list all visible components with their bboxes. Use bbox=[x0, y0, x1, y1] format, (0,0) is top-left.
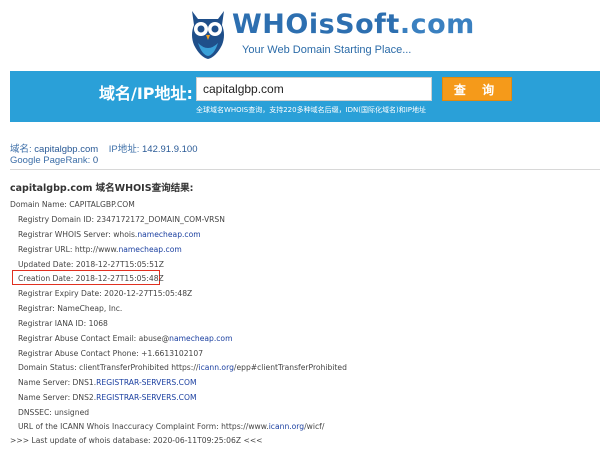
pagerank-label: Google PageRank: bbox=[10, 155, 91, 166]
whois-line: Registry Domain ID: 2347172172_DOMAIN_CO… bbox=[18, 215, 225, 224]
registrar-servers-link[interactable]: REGISTRAR-SERVERS.COM bbox=[96, 393, 196, 402]
creation-date-line: Creation Date: 2018-12-27T15:05:48Z bbox=[18, 274, 164, 283]
ip-value: 142.91.9.100 bbox=[142, 144, 198, 155]
whois-line: Registrar URL: http://www.namecheap.com bbox=[18, 245, 182, 254]
whois-line: Registrar Abuse Contact Phone: +1.661310… bbox=[18, 349, 204, 358]
pagerank-value: 0 bbox=[92, 155, 99, 166]
ip-label: IP地址: bbox=[108, 144, 140, 155]
whois-line: Name Server: DNS1.REGISTRAR-SERVERS.COM bbox=[18, 378, 197, 387]
search-note: 全球域名WHOIS查询，支持220多种域名后缀，IDN(国际化域名)和IP地址 bbox=[196, 106, 427, 114]
divider bbox=[10, 169, 600, 170]
whois-line: Registrar Abuse Contact Email: abuse@nam… bbox=[18, 334, 233, 343]
brand-logo-text[interactable]: WHOisSoft.com bbox=[232, 9, 475, 40]
whois-line: Name Server: DNS2.REGISTRAR-SERVERS.COM bbox=[18, 393, 197, 402]
registrar-servers-link[interactable]: REGISTRAR-SERVERS.COM bbox=[96, 378, 196, 387]
search-band: 域名/IP地址: 查 询 全球域名WHOIS查询，支持220多种域名后缀，IDN… bbox=[10, 71, 600, 122]
whois-line: DNSSEC: unsigned bbox=[18, 408, 90, 417]
domain-value: capitalgbp.com bbox=[34, 144, 99, 155]
namecheap-link[interactable]: namecheap.com bbox=[137, 230, 200, 239]
owl-logo-icon[interactable] bbox=[188, 5, 228, 61]
icann-link[interactable]: icann.org bbox=[269, 422, 304, 431]
whois-line: Domain Name: CAPITALGBP.COM bbox=[10, 200, 135, 209]
domain-ip-line: 域名: capitalgbp.com IP地址: 142.91.9.100 bbox=[10, 141, 198, 155]
whois-line: Registrar WHOIS Server: whois.namecheap.… bbox=[18, 230, 201, 239]
namecheap-link[interactable]: namecheap.com bbox=[118, 245, 181, 254]
whois-last-update-line: >>> Last update of whois database: 2020-… bbox=[10, 436, 263, 445]
whois-line: Registrar IANA ID: 1068 bbox=[18, 319, 108, 328]
whois-line: Domain Status: clientTransferProhibited … bbox=[18, 363, 347, 372]
site-header: WHOisSoft.com Your Web Domain Starting P… bbox=[0, 0, 610, 66]
tagline: Your Web Domain Starting Place... bbox=[242, 44, 412, 56]
domain-search-input[interactable] bbox=[196, 77, 432, 101]
namecheap-link[interactable]: namecheap.com bbox=[169, 334, 232, 343]
search-label: 域名/IP地址: bbox=[99, 84, 193, 103]
whois-result-title: capitalgbp.com 域名WHOIS查询结果: bbox=[10, 183, 194, 194]
query-button[interactable]: 查 询 bbox=[442, 77, 512, 101]
whois-line: Updated Date: 2018-12-27T15:05:51Z bbox=[18, 260, 164, 269]
whois-line: Registrar: NameCheap, Inc. bbox=[18, 304, 123, 313]
domain-label: 域名: bbox=[10, 144, 32, 155]
pagerank-line: Google PageRank: 0 bbox=[10, 155, 98, 166]
whois-line: URL of the ICANN Whois Inaccuracy Compla… bbox=[18, 422, 325, 431]
icann-link[interactable]: icann.org bbox=[198, 363, 233, 372]
whois-line: Registrar Expiry Date: 2020-12-27T15:05:… bbox=[18, 289, 193, 298]
